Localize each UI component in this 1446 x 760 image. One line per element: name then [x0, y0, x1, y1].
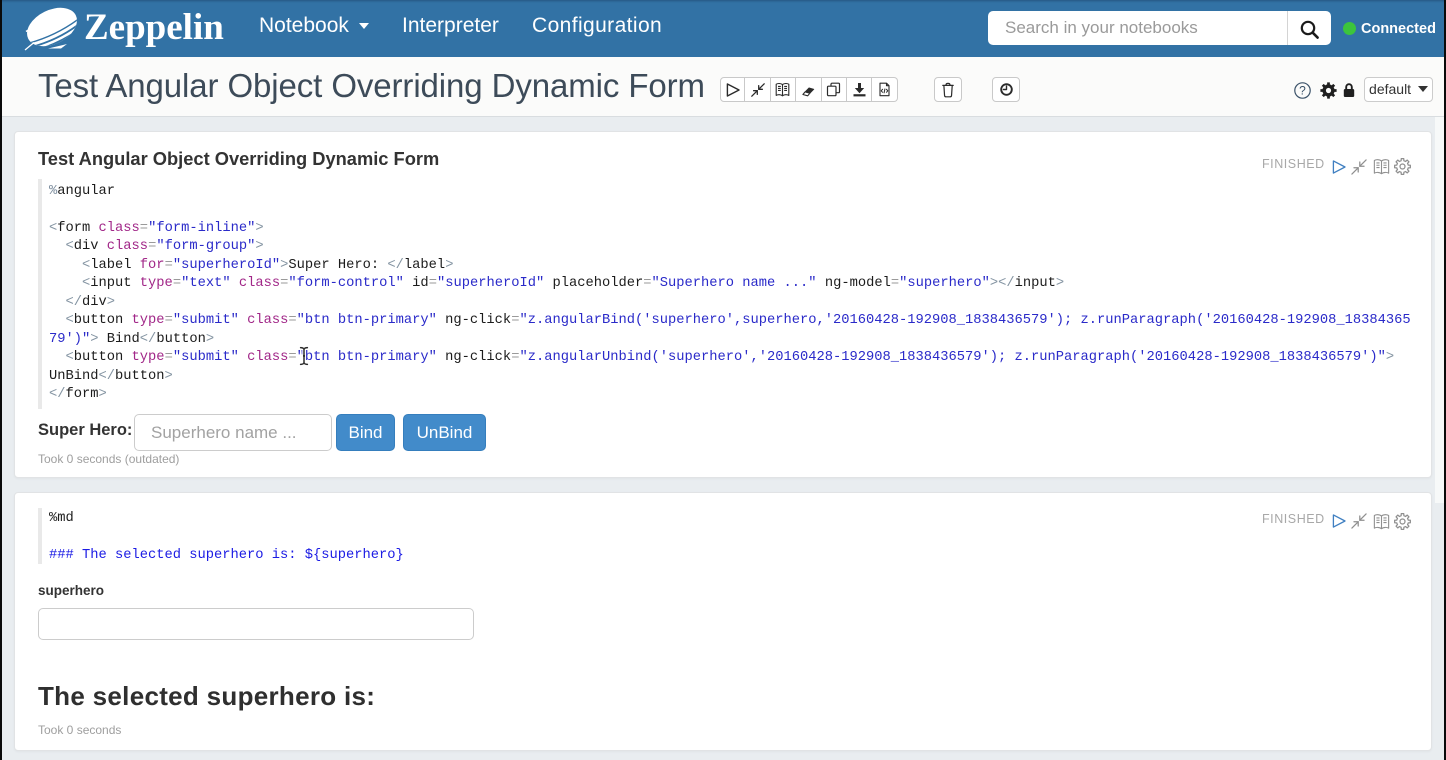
svg-text:?: ?	[1299, 84, 1306, 98]
